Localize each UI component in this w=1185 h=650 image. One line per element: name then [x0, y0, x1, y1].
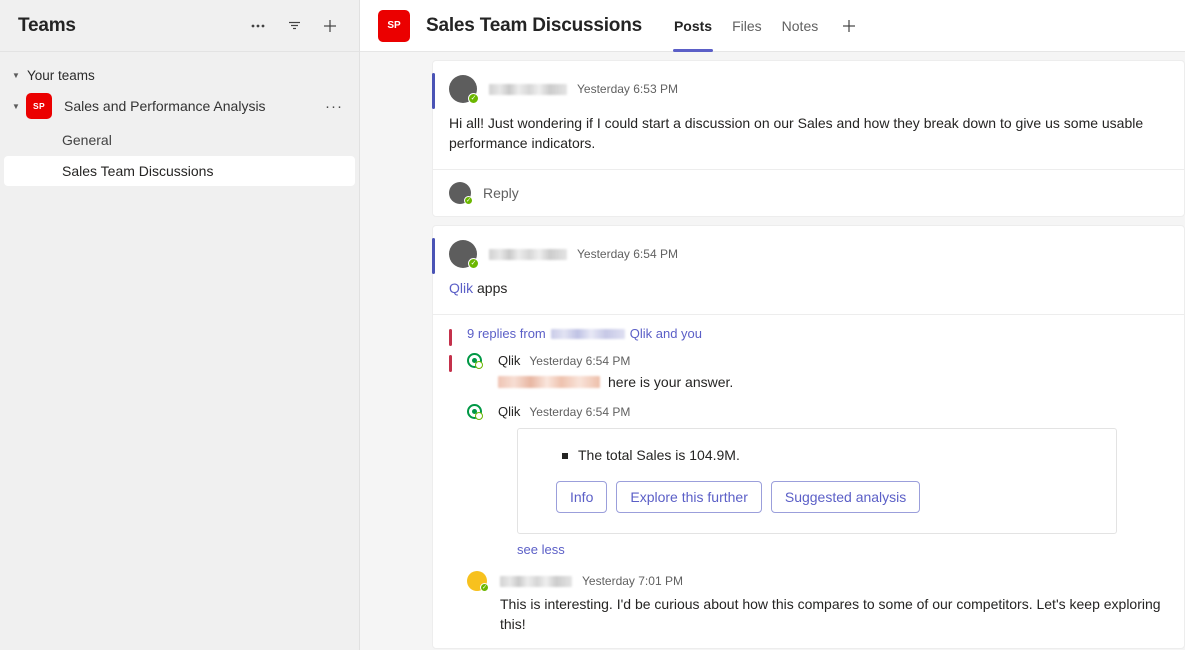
thread-timestamp: Yesterday 6:54 PM	[529, 404, 631, 419]
sidebar-channel-general[interactable]: General	[4, 125, 355, 155]
tab-notes[interactable]: Notes	[772, 0, 829, 52]
message-header: ✓ Yesterday 6:54 PM	[433, 226, 1184, 269]
thread-timestamp: Yesterday 6:54 PM	[529, 353, 631, 368]
presence-available-icon	[475, 361, 483, 369]
channel-tabs: Posts Files Notes	[664, 0, 864, 52]
page-title: Sales Team Discussions	[426, 14, 642, 36]
tab-posts[interactable]: Posts	[664, 0, 722, 52]
bullet-icon	[562, 453, 568, 459]
thread-reply-body: here is your answer.	[608, 374, 734, 390]
filter-icon[interactable]	[279, 11, 309, 41]
conversation-list: ✓ Yesterday 6:53 PM Hi all! Just wonderi…	[360, 52, 1185, 650]
card-actions: Info Explore this further Suggested anal…	[538, 481, 1096, 513]
thread-accent-bar	[449, 329, 452, 346]
replies-author-redacted	[550, 328, 625, 339]
qlik-bot-icon	[467, 353, 483, 369]
qlik-bot-icon	[467, 404, 483, 420]
avatar: ✓	[449, 75, 479, 104]
avatar: ✓	[467, 571, 489, 592]
thread-reply: Qlik Yesterday 6:54 PM here is your answ…	[449, 353, 1168, 392]
message-timestamp: Yesterday 6:54 PM	[577, 247, 678, 261]
team-row-sales-and-performance-analysis[interactable]: ▼ SP Sales and Performance Analysis ···	[0, 88, 359, 124]
message-text: Hi all! Just wondering if I could start …	[449, 115, 1144, 151]
team-more-options-icon[interactable]: ···	[321, 98, 347, 115]
team-name-label: Sales and Performance Analysis	[64, 98, 266, 114]
teams-sidebar: Teams ▼ Your teams ▼ SP Sales and Perfor…	[0, 0, 360, 650]
author-name-redacted	[500, 575, 572, 587]
card-bullet-item: The total Sales is 104.9M.	[538, 447, 1096, 463]
reply-button[interactable]: ✓ Reply	[433, 170, 1184, 216]
sidebar-header: Teams	[0, 0, 359, 52]
thread-reply-header: Qlik Yesterday 6:54 PM	[467, 353, 1168, 369]
author-name-redacted	[489, 248, 567, 260]
presence-available-icon: ✓	[468, 93, 479, 104]
message-accent-bar	[432, 238, 435, 274]
presence-available-icon	[475, 412, 483, 420]
chevron-down-icon: ▼	[12, 70, 20, 80]
message-text-rest: apps	[473, 280, 508, 296]
replies-link[interactable]: 9 replies from Qlik and you	[467, 326, 1168, 341]
message-card: ✓ Yesterday 6:54 PM Qlik apps 9 replies …	[432, 225, 1185, 649]
presence-available-icon: ✓	[464, 196, 473, 205]
main-panel: SP Sales Team Discussions Posts Files No…	[360, 0, 1185, 650]
your-teams-label: Your teams	[27, 67, 95, 83]
presence-available-icon: ✓	[468, 258, 479, 269]
thread-reply-header: ✓ Yesterday 7:01 PM	[467, 571, 1168, 592]
thread-timestamp: Yesterday 7:01 PM	[582, 574, 683, 588]
info-button[interactable]: Info	[556, 481, 608, 513]
channel-avatar: SP	[378, 9, 410, 42]
channel-label: General	[62, 132, 112, 148]
message-text: Qlik apps	[433, 268, 1184, 314]
thread-reply: Qlik Yesterday 6:54 PM The total Sales i…	[449, 404, 1168, 557]
sidebar-channel-sales-team-discussions[interactable]: Sales Team Discussions	[4, 156, 355, 186]
card-bullet-text: The total Sales is 104.9M.	[578, 447, 740, 463]
thread-reply: ✓ Yesterday 7:01 PM This is interesting.…	[449, 571, 1168, 634]
channel-header: SP Sales Team Discussions Posts Files No…	[360, 0, 1185, 52]
avatar: ✓	[449, 240, 479, 269]
teams-app-window: Teams ▼ Your teams ▼ SP Sales and Perfor…	[0, 0, 1185, 650]
message-accent-bar	[432, 73, 435, 109]
thread-accent-bar	[449, 355, 452, 372]
see-less-link[interactable]: see less	[517, 542, 1168, 557]
channel-label: Sales Team Discussions	[62, 163, 214, 179]
thread-replies-row[interactable]: 9 replies from Qlik and you	[449, 326, 1168, 346]
teams-tree: ▼ Your teams ▼ SP Sales and Performance …	[0, 52, 359, 187]
author-name-redacted	[489, 83, 567, 95]
thread-reply-text: This is interesting. I'd be curious abou…	[500, 596, 1161, 632]
adaptive-card: The total Sales is 104.9M. Info Explore …	[517, 428, 1117, 534]
message-header: ✓ Yesterday 6:53 PM	[433, 61, 1184, 104]
replies-prefix: 9 replies from	[467, 326, 546, 341]
chevron-down-icon: ▼	[12, 101, 20, 111]
add-tab-icon[interactable]	[834, 11, 864, 41]
suggested-analysis-button[interactable]: Suggested analysis	[770, 481, 921, 513]
sidebar-title: Teams	[18, 14, 76, 36]
add-team-icon[interactable]	[315, 11, 345, 41]
message-card: ✓ Yesterday 6:53 PM Hi all! Just wonderi…	[432, 60, 1185, 217]
thread-reply-text: here is your answer.	[498, 372, 1168, 392]
explore-this-further-button[interactable]: Explore this further	[616, 481, 762, 513]
thread-reply-header: Qlik Yesterday 6:54 PM	[467, 404, 1168, 420]
your-teams-group[interactable]: ▼ Your teams	[0, 62, 359, 88]
message-timestamp: Yesterday 6:53 PM	[577, 82, 678, 96]
tab-label: Files	[732, 17, 762, 34]
team-avatar: SP	[26, 93, 52, 119]
thread-author: Qlik	[498, 353, 521, 368]
tab-label: Posts	[673, 17, 713, 34]
tab-label: Notes	[781, 17, 819, 34]
mention-redacted	[498, 376, 600, 388]
reply-label: Reply	[483, 185, 519, 201]
thread-container: 9 replies from Qlik and you Qlik Yesterd…	[433, 315, 1184, 648]
tab-files[interactable]: Files	[722, 0, 772, 52]
replies-suffix: Qlik and you	[629, 326, 703, 341]
avatar: ✓	[449, 182, 473, 205]
qlik-link[interactable]: Qlik	[449, 280, 473, 296]
thread-author: Qlik	[498, 404, 521, 419]
sidebar-actions	[243, 11, 345, 41]
presence-available-icon: ✓	[480, 583, 489, 592]
more-options-icon[interactable]	[243, 11, 273, 41]
